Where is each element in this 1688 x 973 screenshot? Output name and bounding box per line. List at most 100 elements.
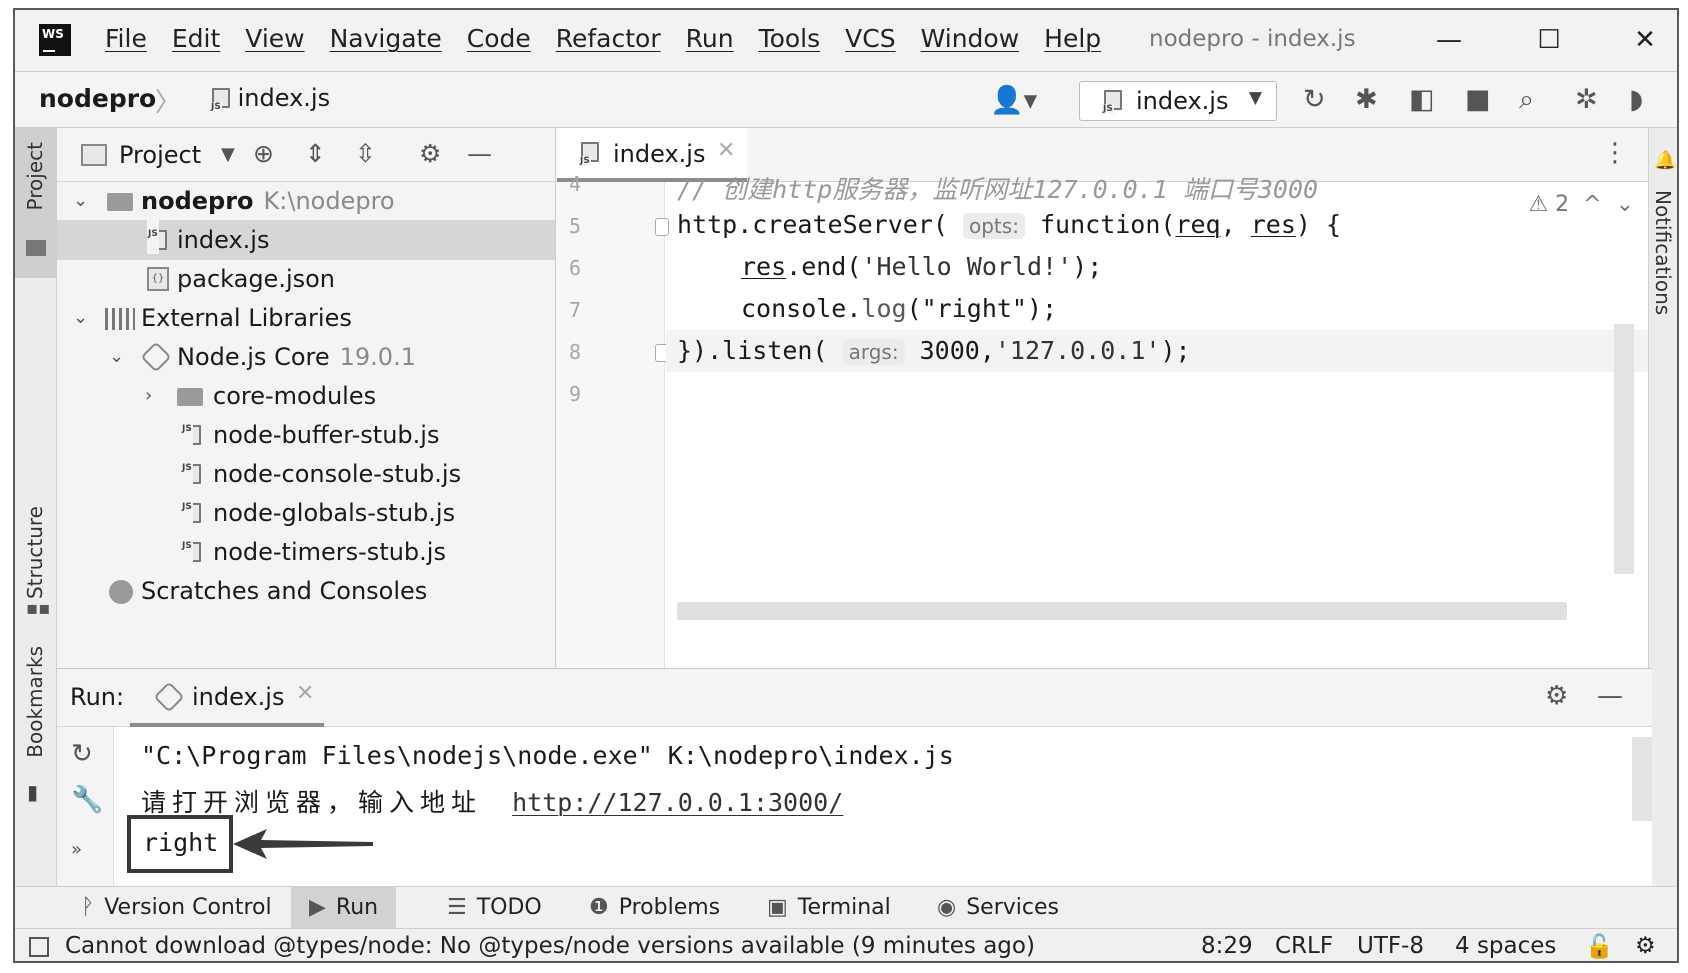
tool-terminal[interactable]: ▣ Terminal	[767, 887, 891, 929]
fold-icon[interactable]	[655, 218, 669, 236]
tree-item-package-json[interactable]: {} package.json	[57, 259, 555, 299]
chevron-down-icon[interactable]: ▼	[221, 144, 235, 165]
editor-horizontal-scrollbar[interactable]	[677, 602, 1567, 620]
code-line-5[interactable]: http.createServer( opts: function(req, r…	[677, 210, 1341, 239]
status-indicator-icon[interactable]: ⚙	[1635, 933, 1656, 959]
tool-run[interactable]: ▶ Run	[291, 887, 397, 929]
tree-item-nodepro[interactable]: ⌄ nodepro K:\nodepro	[57, 181, 555, 221]
arrow-icon[interactable]: ◗	[1629, 84, 1643, 115]
menu-vcs[interactable]: VCS	[845, 24, 895, 53]
js-file-icon	[181, 409, 201, 449]
run-panel: Run: index.js ✕ ⚙ — ↻ 🔧 » "C:\Program Fi…	[57, 668, 1652, 887]
run-vertical-scrollbar[interactable]	[1632, 737, 1652, 821]
structure-tab[interactable]: Structure	[23, 506, 47, 599]
stop-icon[interactable]: ■	[1465, 84, 1491, 115]
search-icon[interactable]: ⌕	[1519, 84, 1534, 116]
breadcrumb-file[interactable]: index.js	[210, 84, 330, 112]
breadcrumb-separator: 〉	[155, 88, 182, 118]
tree-item-index-js[interactable]: index.js	[57, 214, 555, 260]
tree-item-external-libraries[interactable]: ⌄ External Libraries	[57, 298, 555, 338]
menu-refactor[interactable]: Refactor	[556, 24, 661, 53]
close-tab-icon[interactable]: ✕	[717, 138, 735, 163]
settings-icon[interactable]: ✲	[1575, 84, 1598, 115]
line-number: 6	[569, 256, 582, 280]
tree-item-scratches[interactable]: Scratches and Consoles	[57, 571, 555, 611]
hide-icon[interactable]: —	[1597, 681, 1623, 711]
right-tool-strip: 🔔 Notifications	[1648, 128, 1677, 886]
code-line-8[interactable]: }).listen( args: 3000,'127.0.0.1');	[666, 330, 1650, 372]
tree-item-label: nodepro K:\nodepro	[141, 187, 395, 215]
code-line-4[interactable]: // 创建http服务器，监听网址127.0.0.1 端口号3000	[677, 170, 1318, 206]
navigation-bar: nodepro 〉 index.js 👤▾ index.js ▼ ↻ ✱ ◧ ■…	[15, 72, 1677, 128]
tree-item-node-timers-stub[interactable]: node-timers-stub.js	[57, 526, 555, 572]
tree-item-node-globals-stub[interactable]: node-globals-stub.js	[57, 487, 555, 533]
file-encoding[interactable]: UTF-8	[1357, 933, 1424, 959]
expand-all-icon[interactable]: ⇕	[305, 139, 326, 168]
more-icon[interactable]: ⋮	[1602, 138, 1628, 168]
menu-run[interactable]: Run	[686, 24, 734, 53]
locate-icon[interactable]: ⊕	[253, 139, 274, 168]
user-icon[interactable]: 👤▾	[990, 84, 1037, 116]
rerun-icon[interactable]: ↻	[1303, 84, 1326, 115]
structure-icon: ▪▪	[26, 598, 51, 619]
minimize-button[interactable]: —	[1429, 20, 1469, 60]
js-file-icon	[181, 487, 201, 527]
hide-icon[interactable]: —	[467, 139, 492, 168]
editor-tab-label: index.js	[613, 140, 706, 168]
coverage-icon[interactable]: ◧	[1409, 84, 1435, 115]
close-button[interactable]: ✕	[1625, 20, 1665, 60]
run-panel-header: Run: index.js ✕ ⚙ —	[57, 669, 1652, 727]
rerun-icon[interactable]: ↻	[71, 739, 93, 769]
project-tool-tab[interactable]: Project	[15, 128, 57, 278]
tree-item-label: package.json	[177, 265, 336, 293]
status-bar: Cannot download @types/node: No @types/n…	[15, 928, 1677, 961]
tree-item-label: node-console-stub.js	[213, 460, 462, 488]
console-command: "C:\Program Files\nodejs\node.exe" K:\no…	[141, 741, 954, 770]
run-configuration-select[interactable]: index.js ▼	[1079, 81, 1277, 121]
status-toggle-icon[interactable]	[29, 937, 49, 957]
run-tab-index-js[interactable]: index.js ✕	[130, 669, 324, 727]
tree-item-core-modules[interactable]: › core-modules	[57, 376, 555, 416]
more-actions-icon[interactable]: »	[71, 839, 82, 860]
tool-services[interactable]: ◉ Services	[937, 887, 1059, 929]
menu-window[interactable]: Window	[921, 24, 1020, 53]
indent-setting[interactable]: 4 spaces	[1455, 933, 1556, 959]
tool-problems[interactable]: ❶ Problems	[589, 887, 720, 929]
wrench-icon[interactable]: 🔧	[71, 785, 103, 815]
gear-icon[interactable]: ⚙	[1545, 681, 1568, 711]
lock-icon[interactable]: 🔓	[1585, 933, 1614, 960]
js-file-icon	[1102, 90, 1122, 114]
line-separator[interactable]: CRLF	[1275, 933, 1333, 959]
gear-icon[interactable]: ⚙	[419, 139, 441, 168]
callout-arrow	[233, 829, 373, 859]
project-panel-title[interactable]: Project	[119, 141, 201, 169]
warning-count: ⚠ 2	[1528, 192, 1570, 217]
tree-item-node-console-stub[interactable]: node-console-stub.js	[57, 448, 555, 494]
tool-todo[interactable]: ☰ TODO	[447, 887, 542, 929]
code-line-6[interactable]: res.end('Hello World!');	[741, 252, 1102, 281]
menu-view[interactable]: View	[245, 24, 304, 53]
collapse-all-icon[interactable]: ⇳	[355, 139, 376, 168]
editor-vertical-scrollbar[interactable]	[1614, 324, 1634, 574]
tree-item-label: node-timers-stub.js	[213, 538, 446, 566]
tree-item-node-buffer-stub[interactable]: node-buffer-stub.js	[57, 409, 555, 455]
close-tab-icon[interactable]: ✕	[296, 681, 314, 706]
breadcrumb-project[interactable]: nodepro	[39, 84, 156, 113]
menu-edit[interactable]: Edit	[172, 24, 220, 53]
console-url-link[interactable]: http://127.0.0.1:3000/	[512, 788, 843, 817]
notifications-tab[interactable]: Notifications	[1651, 190, 1675, 315]
debug-icon[interactable]: ✱	[1355, 84, 1378, 115]
tree-item-nodejs-core[interactable]: ⌄ Node.js Core 19.0.1	[57, 337, 555, 377]
inspection-widget[interactable]: ⚠ 2 ^ ⌄	[1528, 192, 1634, 217]
code-line-7[interactable]: console.log("right");	[741, 294, 1057, 323]
tool-version-control[interactable]: ᚹ Version Control	[81, 887, 272, 929]
menu-help[interactable]: Help	[1044, 24, 1101, 53]
menu-code[interactable]: Code	[467, 24, 531, 53]
maximize-button[interactable]: ☐	[1529, 20, 1569, 60]
status-message[interactable]: Cannot download @types/node: No @types/n…	[65, 933, 1035, 959]
menu-file[interactable]: File	[105, 24, 147, 53]
bookmarks-tab[interactable]: Bookmarks	[23, 646, 47, 758]
menu-navigate[interactable]: Navigate	[330, 24, 442, 53]
caret-position[interactable]: 8:29	[1201, 933, 1253, 959]
menu-tools[interactable]: Tools	[759, 24, 821, 53]
